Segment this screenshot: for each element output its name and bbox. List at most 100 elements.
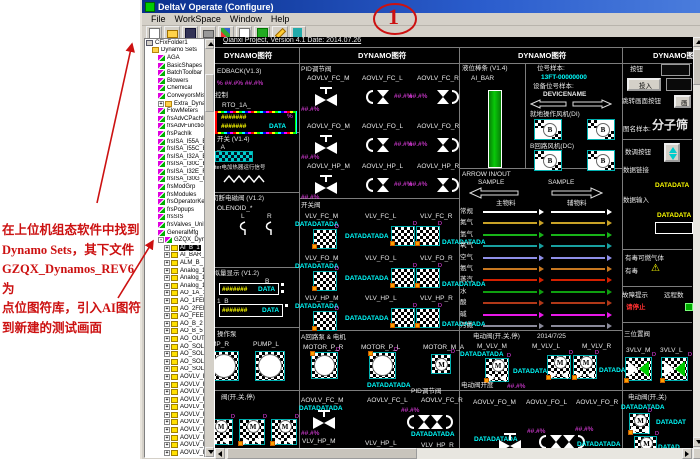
tree-item-Blowers[interactable]: Blowers: [145, 77, 206, 85]
motor-icon[interactable]: D: [369, 352, 396, 379]
menu-window[interactable]: Window: [230, 14, 262, 24]
tree-item-Extra_Dynamos[interactable]: +Extra_Dynamos: [145, 100, 206, 108]
tree-item-AOVLV_FC_M_4[interactable]: +AOVLV_FC_M_4: [145, 404, 206, 412]
tree-item-FlowMeters[interactable]: FlowMeters: [145, 107, 206, 115]
pid-valve-icon[interactable]: [315, 87, 337, 106]
canvas-vscroll-channel[interactable]: [693, 37, 700, 458]
engage-button[interactable]: 投入: [627, 78, 661, 91]
expand-icon[interactable]: +: [164, 321, 170, 327]
motor-valve-icon[interactable]: MD: [573, 355, 597, 379]
expand-icon[interactable]: +: [164, 389, 170, 395]
tree-item-frsPachlk[interactable]: frsPachlk: [145, 130, 206, 138]
scroll-left-button[interactable]: [215, 448, 225, 459]
tree-item-AOVLV_FC_R_[interactable]: +AOVLV_FC_R_: [145, 426, 206, 434]
scroll-right-button[interactable]: [682, 448, 692, 459]
expand-icon[interactable]: +: [164, 359, 170, 365]
expand-icon[interactable]: +: [164, 313, 170, 319]
tree-item-Chemical[interactable]: Chemical: [145, 85, 206, 93]
scroll-thumb[interactable]: [693, 49, 700, 85]
three-pos-valve-icon[interactable]: D: [625, 357, 652, 381]
tree-item-AOVLV_FO_L_1[interactable]: +AOVLV_FO_L_1: [145, 449, 206, 457]
analog-display-box[interactable]: #######DATA: [219, 283, 279, 295]
pid-valve-icon[interactable]: [435, 90, 461, 104]
expand-icon[interactable]: +: [164, 268, 170, 274]
expand-icon[interactable]: +: [164, 412, 170, 418]
tree-item-ConveyorsMisc[interactable]: ConveyorsMisc: [145, 92, 206, 100]
expand-icon[interactable]: +: [164, 328, 170, 334]
tree-item-frsISA_I32A_B[interactable]: frsISA_I32A_B: [145, 153, 206, 161]
pid-valve-icon[interactable]: [366, 90, 392, 104]
expand-icon[interactable]: +: [164, 382, 170, 388]
tree-item-AO_1FEEDBACK_[interactable]: +AO_1FEEDBACK_: [145, 297, 206, 305]
tree-item-frsISA_I55C_B[interactable]: frsISA_I55C_B: [145, 145, 206, 153]
expand-icon[interactable]: +: [164, 306, 170, 312]
expand-icon[interactable]: +: [164, 351, 170, 357]
jump-screen-button[interactable]: 画: [674, 95, 691, 108]
fan-icon[interactable]: B: [587, 150, 615, 171]
onoff-valve-icon[interactable]: D: [391, 268, 415, 288]
tree-item-AO_SOLENOID_N_[interactable]: +AO_SOLENOID_N_: [145, 358, 206, 366]
tree-item-AI_B_1[interactable]: +AI_B_1: [145, 244, 206, 252]
expand-icon[interactable]: +: [164, 397, 170, 403]
onoff-valve-icon[interactable]: D: [416, 268, 440, 288]
scroll-down-button[interactable]: [693, 437, 700, 447]
expand-icon[interactable]: +: [164, 336, 170, 342]
data-input-field[interactable]: [655, 222, 693, 234]
expand-icon[interactable]: +: [164, 344, 170, 350]
tree-item-Analog_1AI_9[interactable]: +Analog_1AI_9: [145, 274, 206, 282]
tree-item-GZQX_Dynamos_REV6[interactable]: -GZQX_Dynamos_REV6: [145, 236, 206, 244]
pump-icon[interactable]: [215, 351, 239, 381]
tree-item-AI_BAR_1[interactable]: +AI_BAR_1: [145, 252, 206, 260]
expand-icon[interactable]: +: [164, 427, 170, 433]
fan-icon[interactable]: B: [534, 150, 562, 171]
expand-icon[interactable]: +: [164, 442, 170, 448]
tree-scrollbar[interactable]: [204, 39, 214, 457]
tree-item-frsISA_I32E_F[interactable]: frsISA_I32E_F: [145, 168, 206, 176]
expand-icon[interactable]: +: [164, 435, 170, 441]
expand-icon[interactable]: +: [164, 275, 170, 281]
pid-valve-icon[interactable]: [315, 175, 337, 194]
tree-item-GeneralMfg[interactable]: GeneralMfg: [145, 229, 206, 237]
analog-display-box[interactable]: #######DATA: [219, 304, 283, 317]
tree-item-frsSIS[interactable]: frsSIS: [145, 214, 206, 222]
tree-item-frsISA_I30G_H_I[interactable]: frsISA_I30G_H_I: [145, 176, 206, 184]
tree-item-AO_SOLENOID_L_[interactable]: +AO_SOLENOID_L_: [145, 343, 206, 351]
expand-icon[interactable]: +: [164, 290, 170, 296]
menu-workspace[interactable]: WorkSpace: [175, 14, 221, 24]
tree-item-AO_SOLENOID_M_[interactable]: +AO_SOLENOID_M_: [145, 350, 206, 358]
tree-item-AO_B_5[interactable]: +AO_B_5: [145, 328, 206, 336]
fan-icon[interactable]: B: [534, 119, 562, 140]
collapse-icon[interactable]: -: [158, 237, 164, 243]
pid-valve-icon[interactable]: [366, 138, 392, 152]
pump-icon[interactable]: [255, 351, 285, 381]
tree-item-AO_1A_1[interactable]: +AO_1A_1: [145, 290, 206, 298]
scroll-thumb[interactable]: [227, 448, 417, 459]
three-pos-valve-icon[interactable]: D: [661, 357, 688, 381]
tree-item-AOVLV_FC_L_[interactable]: +AOVLV_FC_L_: [145, 373, 206, 381]
feedback-display-box[interactable]: ##############DATA%: [215, 111, 297, 134]
tree-item-CFixFolder1[interactable]: CFixFolder1: [145, 39, 206, 47]
motor-valve-icon[interactable]: MD: [547, 355, 571, 379]
tree-item-frsAdvFunctions_F[interactable]: frsAdvFunctions_F: [145, 123, 206, 131]
pid-valve-icon[interactable]: [366, 178, 392, 192]
tree-item-Dynamo Sets[interactable]: Dynamo Sets: [145, 47, 206, 55]
pid-valve-icon[interactable]: [435, 178, 461, 192]
tree-item-frsISA_I55A_B[interactable]: frsISA_I55A_B: [145, 138, 206, 146]
tree-item-frsPopups[interactable]: frsPopups: [145, 206, 206, 214]
expand-icon[interactable]: +: [164, 245, 170, 251]
onoff-valve-icon[interactable]: D: [391, 226, 415, 246]
motor-icon[interactable]: MD: [431, 354, 451, 374]
tree-item-AO_OUT_[interactable]: +AO_OUT_: [145, 335, 206, 343]
expand-icon[interactable]: +: [164, 283, 170, 289]
tree-item-AO_2FEEDBACK_[interactable]: +AO_2FEEDBACK_: [145, 305, 206, 313]
menu-file[interactable]: File: [151, 14, 166, 24]
scroll-up-button[interactable]: [693, 37, 700, 47]
onoff-valve-icon[interactable]: D: [313, 229, 337, 249]
tree-item-frsISA_I30C_B[interactable]: frsISA_I30C_B: [145, 161, 206, 169]
tree-item-BasicShapes[interactable]: BasicShapes: [145, 62, 206, 70]
pid-valve-icon[interactable]: [435, 138, 461, 152]
level-bar[interactable]: [488, 90, 502, 168]
expand-icon[interactable]: +: [164, 260, 170, 266]
tree-item-AOVLV_FC_M_2[interactable]: +AOVLV_FC_M_2: [145, 396, 206, 404]
onoff-valve-icon[interactable]: D: [416, 226, 440, 246]
